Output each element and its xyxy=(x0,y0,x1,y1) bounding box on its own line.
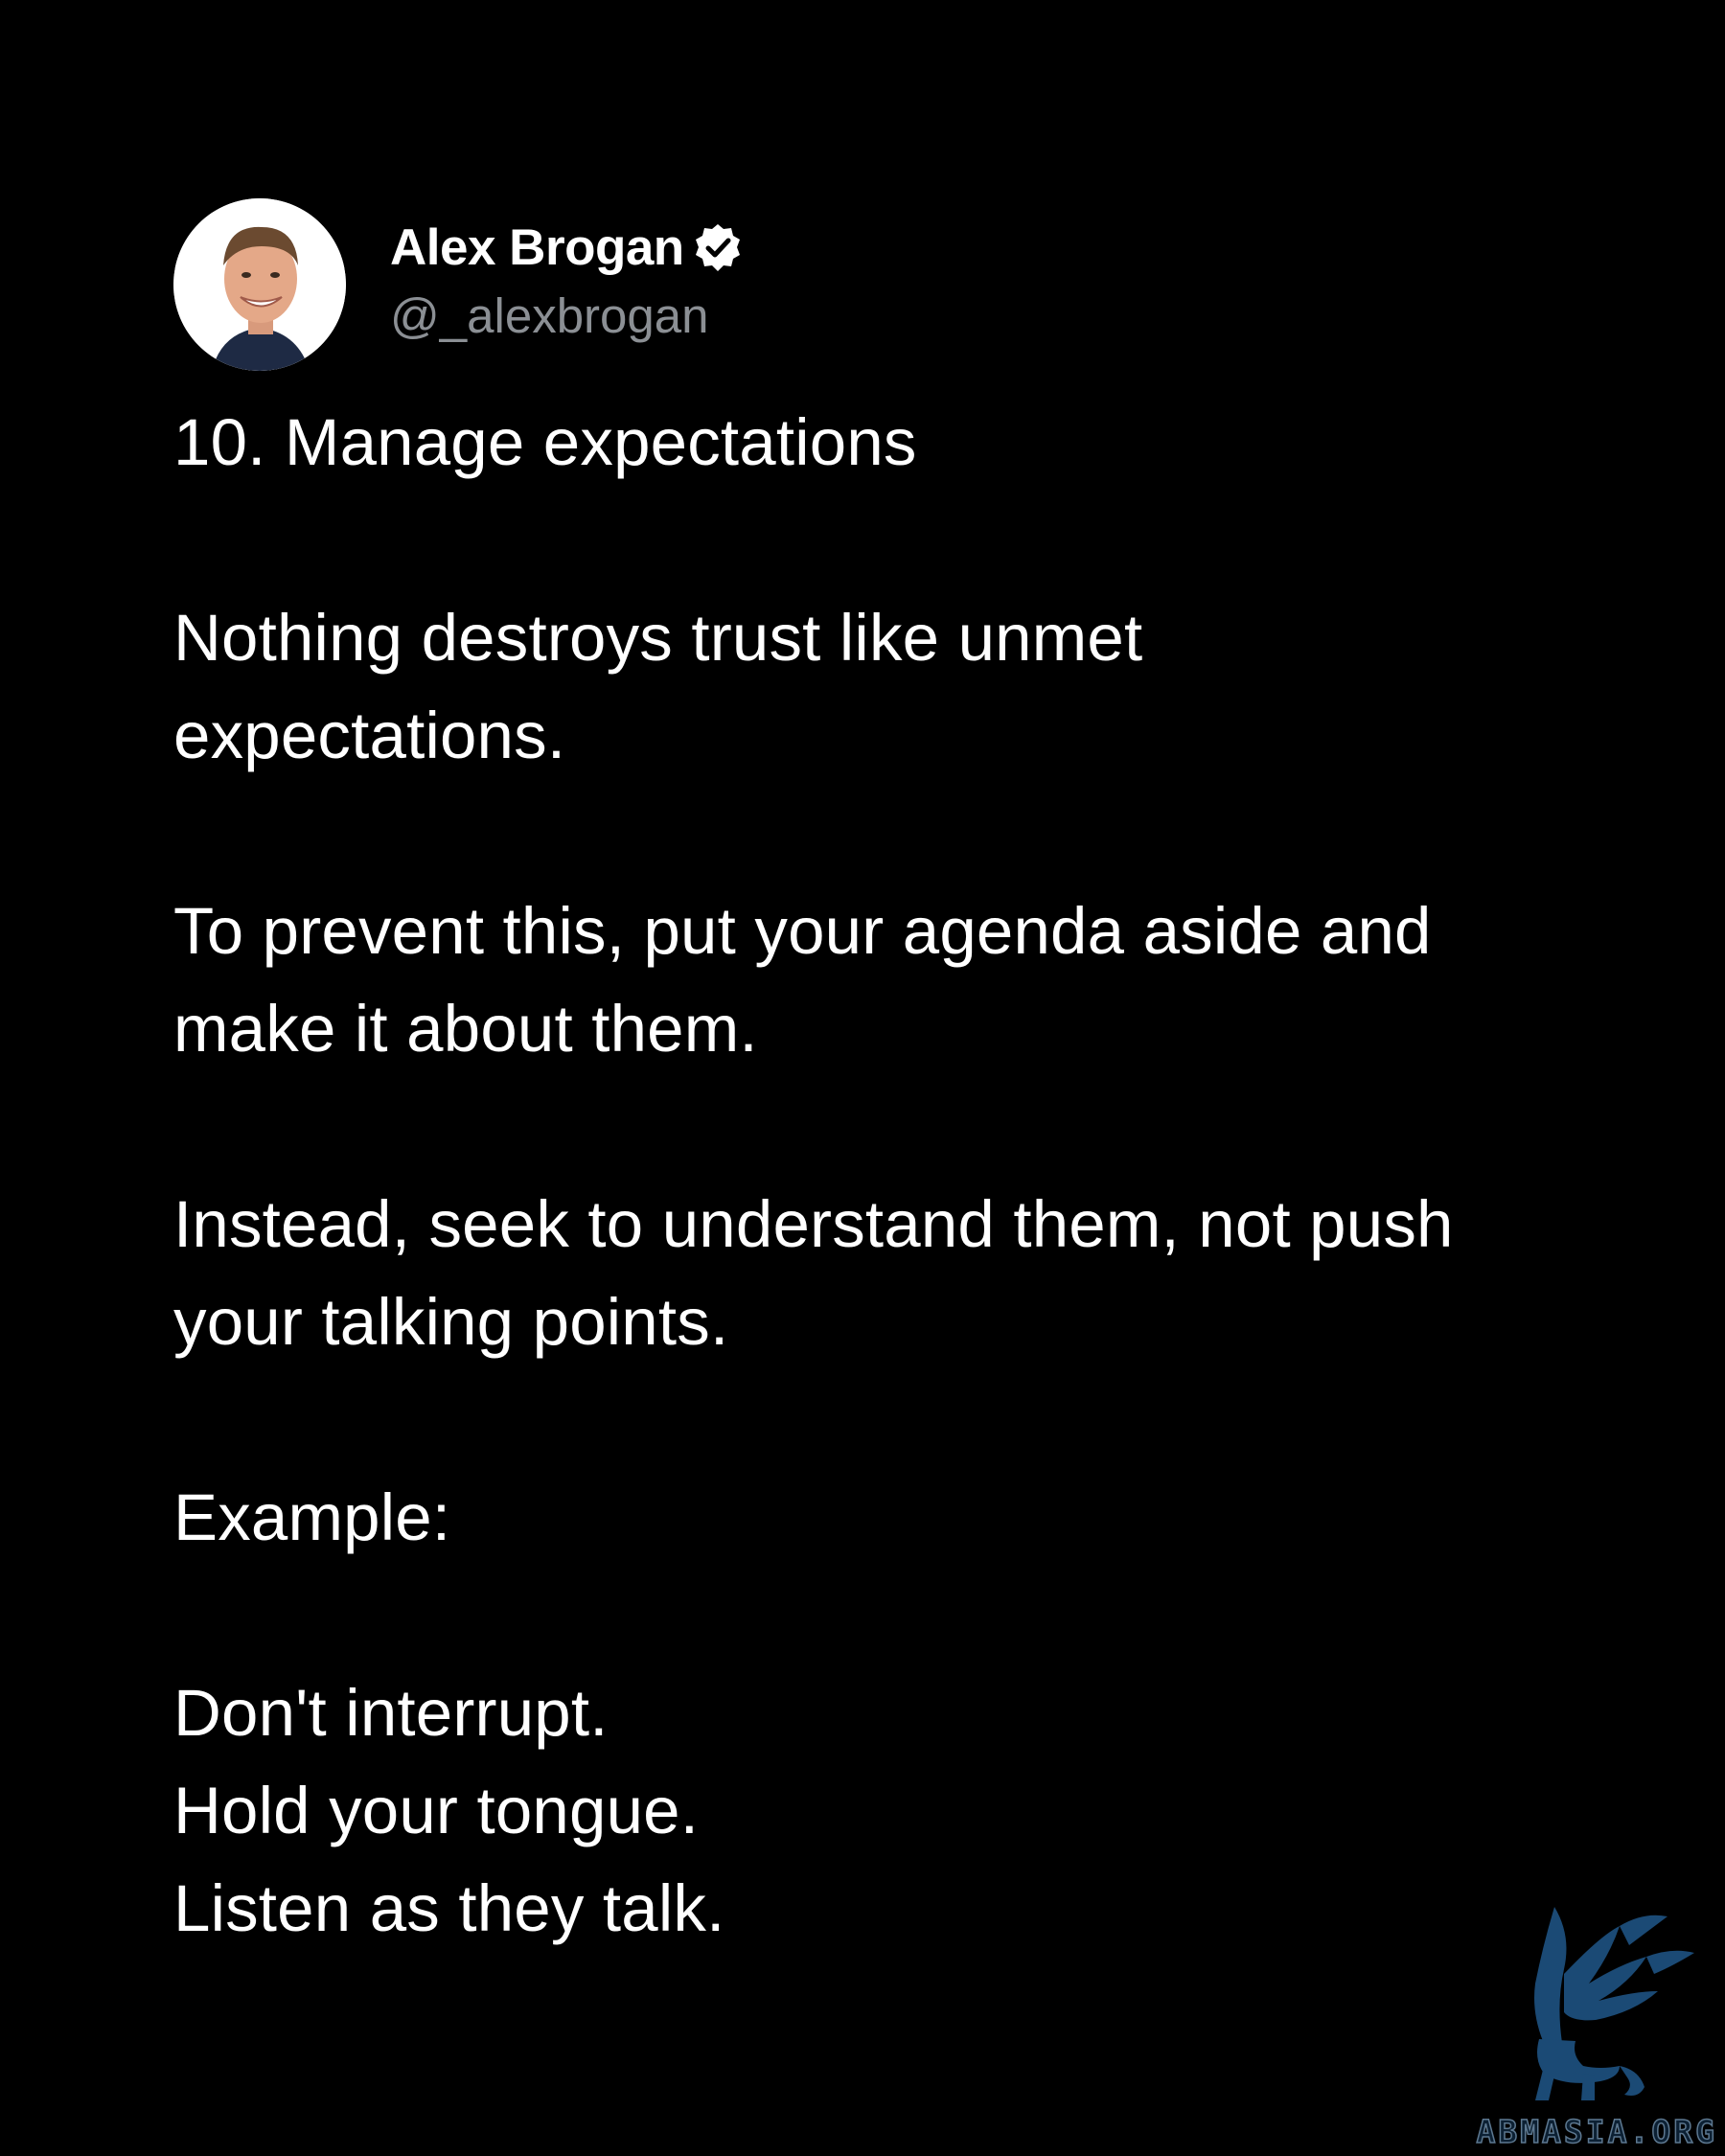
text-line: Nothing destroys trust like unmet xyxy=(173,601,1143,675)
author-info: Alex Brogan @_alexbrogan xyxy=(390,218,744,348)
paragraph: Nothing destroys trust like unmet expect… xyxy=(173,589,1573,785)
text-line: make it about them. xyxy=(173,992,758,1066)
watermark-text: ABMASIA.ORG xyxy=(1476,2112,1717,2151)
text-line: Listen as they talk. xyxy=(173,1871,725,1945)
avatar[interactable] xyxy=(173,198,346,371)
text-line: your talking points. xyxy=(173,1285,729,1359)
verified-badge-icon xyxy=(692,222,744,274)
paragraph: 10. Manage expectations xyxy=(173,394,1573,492)
paragraph: Don't interrupt. Hold your tongue. Liste… xyxy=(173,1664,1573,1958)
text-line: To prevent this, put your agenda aside a… xyxy=(173,894,1432,968)
tweet-header: Alex Brogan @_alexbrogan xyxy=(173,198,1573,371)
text-line: Instead, seek to understand them, not pu… xyxy=(173,1187,1454,1261)
tweet-body: 10. Manage expectations Nothing destroys… xyxy=(173,394,1573,1958)
text-line: 10. Manage expectations xyxy=(173,405,917,479)
paragraph: Example: xyxy=(173,1469,1573,1567)
paragraph: To prevent this, put your agenda aside a… xyxy=(173,883,1573,1078)
author-name[interactable]: Alex Brogan xyxy=(390,218,684,279)
text-line: Example: xyxy=(173,1480,451,1554)
watermark: ABMASIA.ORG xyxy=(1476,1878,1725,2156)
paragraph: Instead, seek to understand them, not pu… xyxy=(173,1176,1573,1371)
text-line: expectations. xyxy=(173,699,566,772)
name-row: Alex Brogan xyxy=(390,218,744,279)
winged-lion-logo-icon xyxy=(1534,1907,1694,2100)
text-line: Hold your tongue. xyxy=(173,1774,700,1847)
tweet-card: Alex Brogan @_alexbrogan 10. Manage expe… xyxy=(173,198,1573,1958)
avatar-photo-icon xyxy=(173,198,346,371)
author-handle[interactable]: @_alexbrogan xyxy=(390,285,744,348)
text-line: Don't interrupt. xyxy=(173,1676,609,1750)
